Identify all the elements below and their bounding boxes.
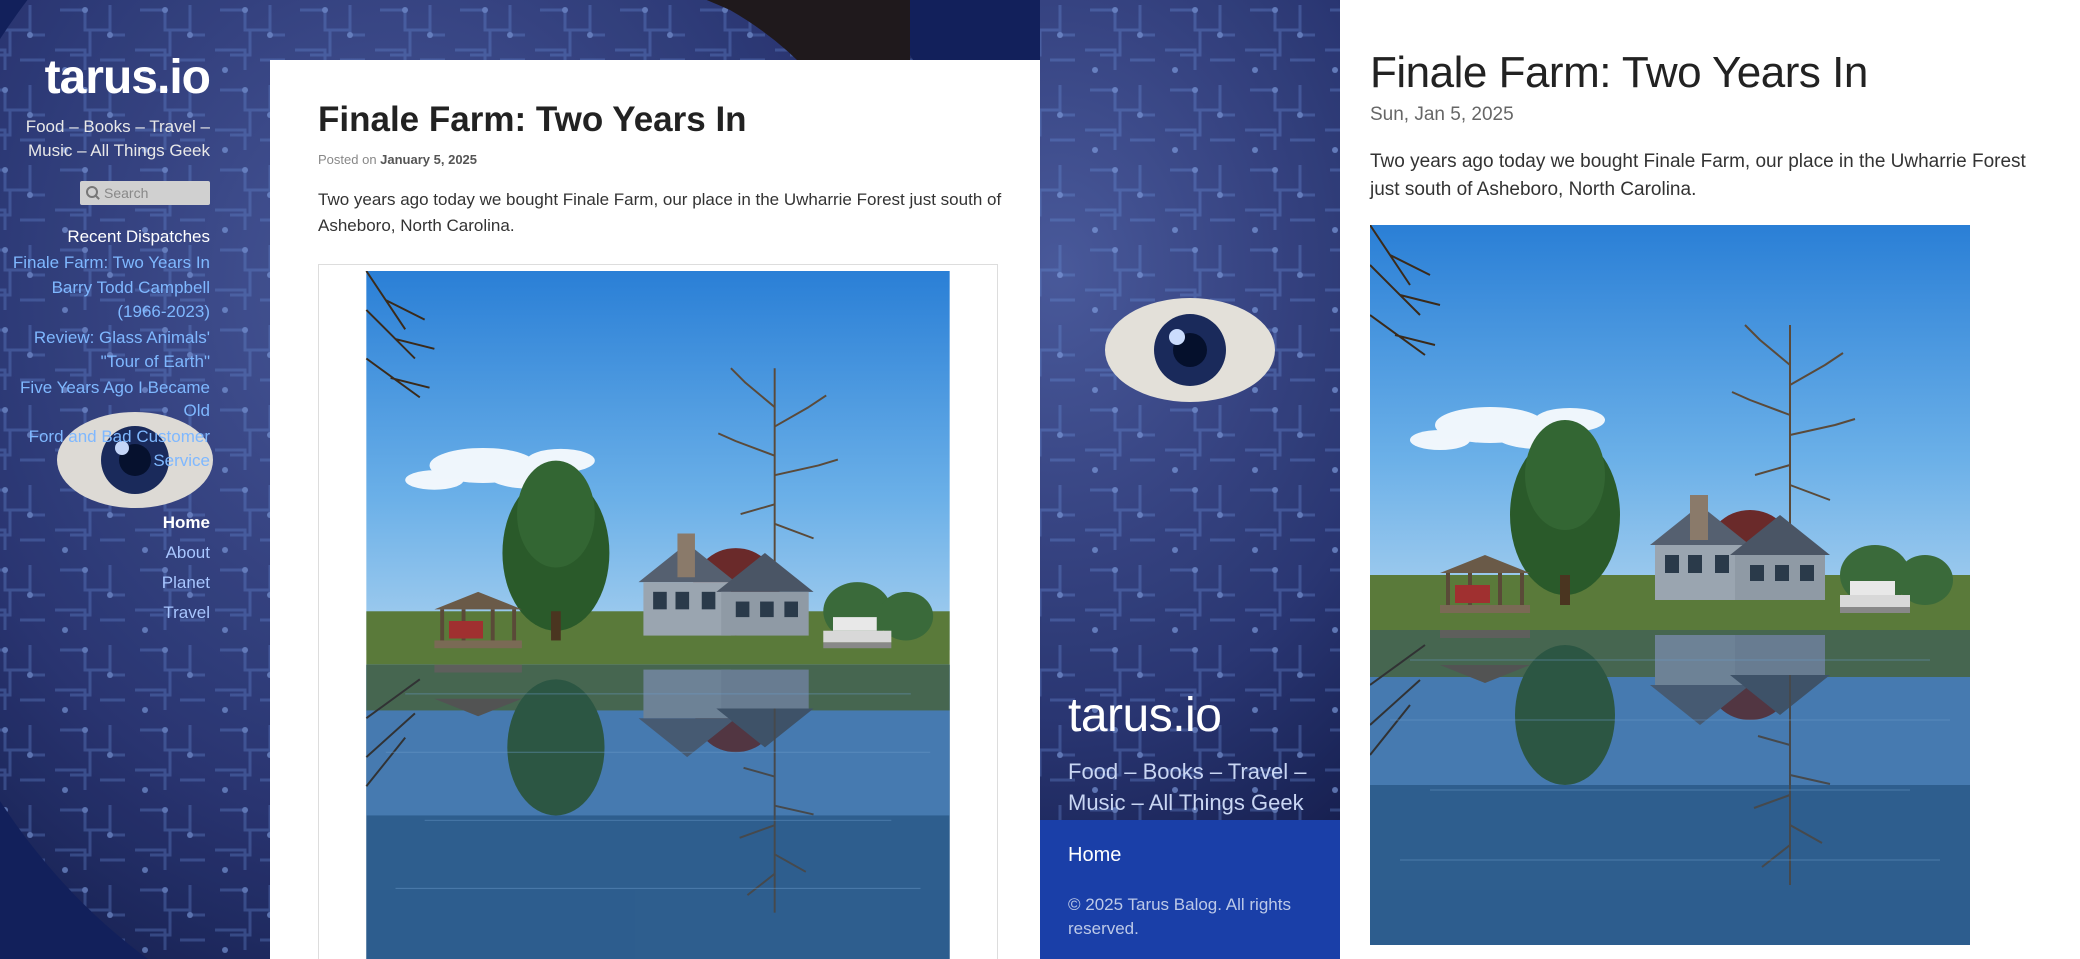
primary-nav: Home About Planet Travel <box>0 513 210 623</box>
recent-post-link[interactable]: Five Years Ago I Became Old <box>20 378 210 421</box>
recent-dispatches-heading: Recent Dispatches <box>0 227 210 247</box>
post-body: Two years ago today we bought Finale Far… <box>318 187 1022 240</box>
meta-prefix: Posted on <box>318 152 380 167</box>
site-title[interactable]: tarus.io <box>1068 688 1318 743</box>
search-box[interactable] <box>80 181 210 205</box>
search-input[interactable] <box>104 185 199 201</box>
post-body: Two years ago today we bought Finale Far… <box>1370 148 2056 203</box>
right-sidebar-text: tarus.io Food – Books – Travel – Music –… <box>1068 688 1318 941</box>
recent-post-link[interactable]: Review: Glass Animals' "Tour of Earth" <box>34 328 210 371</box>
right-blog-pane: tarus.io Food – Books – Travel – Music –… <box>1040 0 2080 959</box>
left-sidebar: tarus.io Food – Books – Travel – Music –… <box>0 30 240 633</box>
post-date: Sun, Jan 5, 2025 <box>1370 104 2056 126</box>
right-sidebar: tarus.io Food – Books – Travel – Music –… <box>1040 0 1340 959</box>
recent-post-link[interactable]: Ford and Bad Customer Service <box>29 427 210 470</box>
search-icon <box>86 186 100 200</box>
tagline: Food – Books – Travel – Music – All Thin… <box>0 115 210 163</box>
recent-posts-list: Finale Farm: Two Years In Barry Todd Cam… <box>0 251 210 473</box>
nav-travel[interactable]: Travel <box>163 603 210 622</box>
nav-home[interactable]: Home <box>1068 844 1121 866</box>
nav-home[interactable]: Home <box>163 513 210 532</box>
tagline: Food – Books – Travel – Music – All Thin… <box>1068 757 1318 819</box>
copyright: © 2025 Tarus Balog. All rights reserved. <box>1068 893 1318 941</box>
recent-post-link[interactable]: Barry Todd Campbell (1966-2023) <box>52 278 210 321</box>
right-post-content: Finale Farm: Two Years In Sun, Jan 5, 20… <box>1370 48 2056 945</box>
nav-about[interactable]: About <box>166 543 210 562</box>
left-blog-pane: tarus.io Food – Books – Travel – Music –… <box>0 0 1040 959</box>
recent-post-link[interactable]: Finale Farm: Two Years In <box>13 253 210 272</box>
post-image-frame <box>318 264 998 959</box>
post-date-link[interactable]: January 5, 2025 <box>380 152 477 167</box>
post-title: Finale Farm: Two Years In <box>1370 48 2056 98</box>
farm-photo[interactable] <box>325 271 991 959</box>
site-title[interactable]: tarus.io <box>0 50 210 105</box>
post-meta: Posted on January 5, 2025 <box>318 152 1022 167</box>
post-title[interactable]: Finale Farm: Two Years In <box>318 100 1022 140</box>
left-post-content: Finale Farm: Two Years In Posted on Janu… <box>270 60 1040 959</box>
nav-planet[interactable]: Planet <box>162 573 210 592</box>
farm-photo[interactable] <box>1370 225 1970 945</box>
